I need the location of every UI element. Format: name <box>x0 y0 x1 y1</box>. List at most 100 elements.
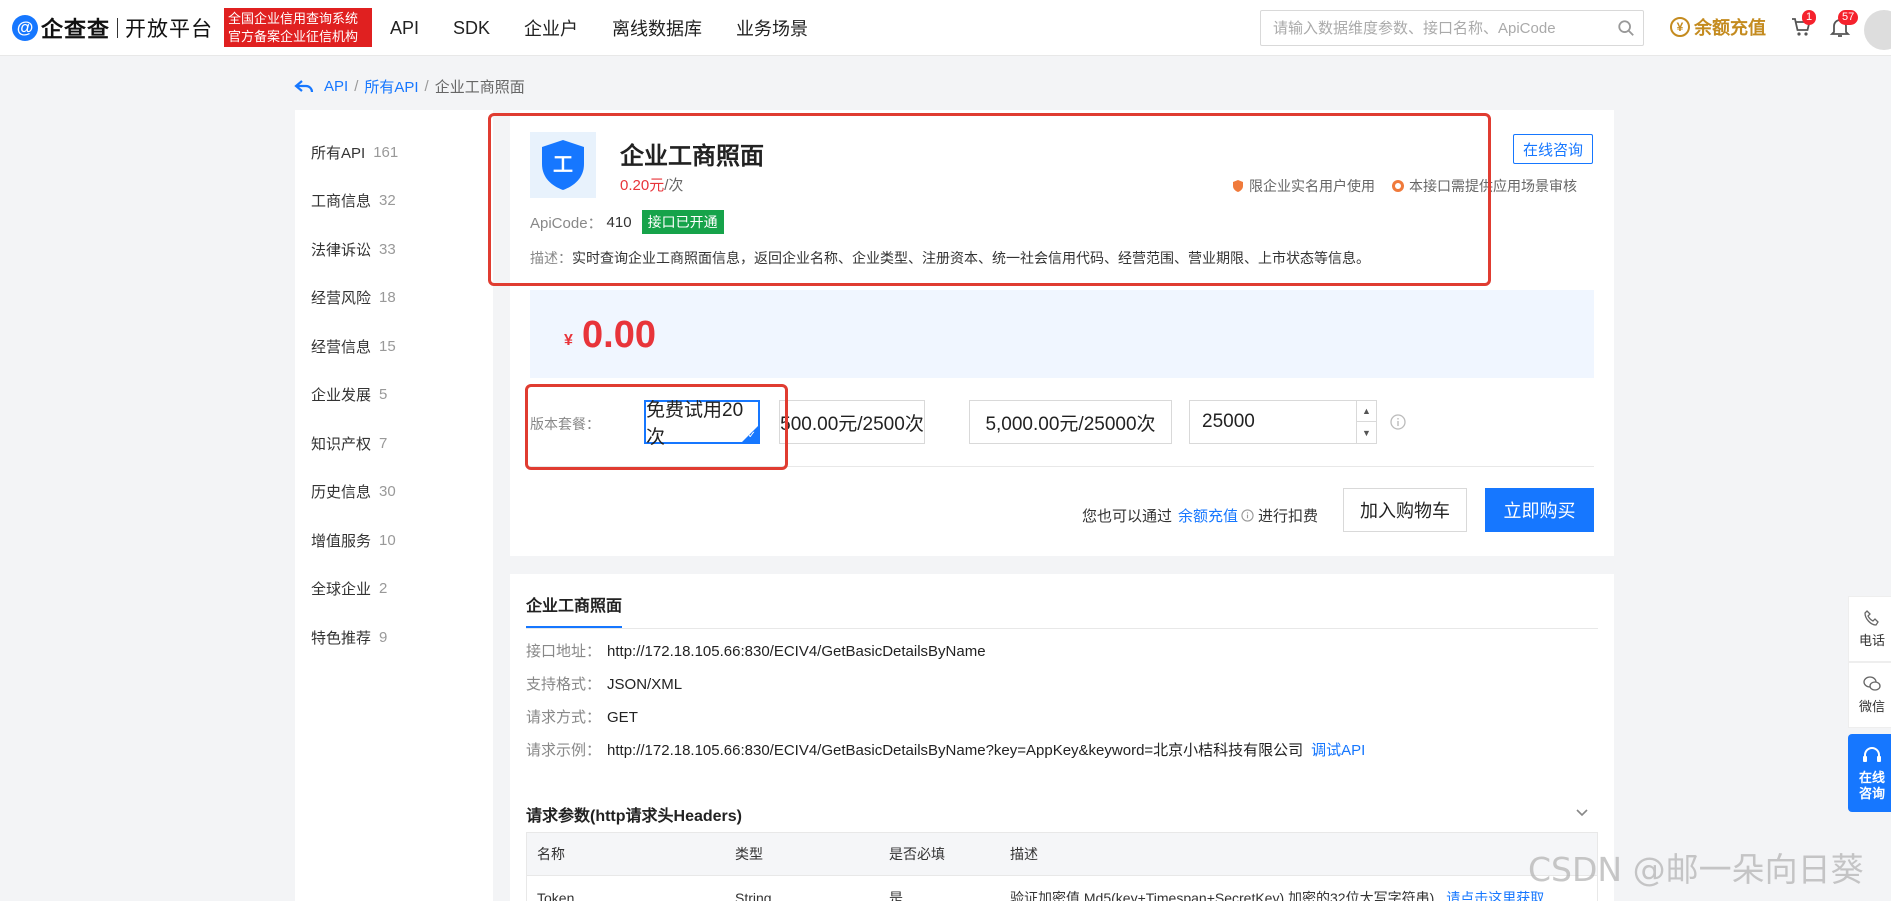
increment-icon[interactable]: ▲ <box>1357 401 1376 422</box>
floating-contact-bar: 电话 微信 在线 咨询 <box>1848 596 1891 812</box>
unit-price-value: 0.20元 <box>620 177 665 194</box>
recharge-label: 余额充值 <box>1694 18 1766 38</box>
info-icon[interactable] <box>1390 414 1406 430</box>
product-title: 企业工商照面 <box>620 143 764 170</box>
detail-label: 支持格式： <box>526 676 602 693</box>
package-label-text: 免费试用20次 <box>646 400 744 448</box>
detail-label: 接口地址： <box>526 643 602 660</box>
sidebar-item-label: 经营信息 <box>311 338 372 356</box>
chevron-down-icon[interactable] <box>1574 804 1590 820</box>
recharge-link[interactable]: ¥ 余额充值 <box>1670 14 1766 40</box>
avatar[interactable] <box>1864 10 1891 50</box>
payment-note: 您也可以通过 余额充值 进行扣费 <box>1082 505 1318 526</box>
watermark: CSDN @邮一朵向日葵 <box>1528 850 1864 889</box>
sidebar-item-label: 特色推荐 <box>311 629 372 647</box>
detail-method: 请求方式： GET <box>526 706 638 727</box>
sidebar-item-history[interactable]: 历史信息 30 <box>295 468 493 517</box>
api-code-value: 410 <box>606 213 632 231</box>
online-consult-button[interactable]: 在线咨询 <box>1513 134 1593 164</box>
sidebar-item-operation[interactable]: 经营信息 15 <box>295 322 493 371</box>
sidebar-item-legal[interactable]: 法律诉讼 33 <box>295 225 493 274</box>
buy-now-button[interactable]: 立即购买 <box>1485 488 1594 532</box>
sidebar-item-global[interactable]: 全球企业 2 <box>295 565 493 614</box>
breadcrumb-current: 企业工商照面 <box>434 79 525 96</box>
sidebar-item-count: 5 <box>379 386 388 404</box>
nav-scenarios[interactable]: 业务场景 <box>736 15 808 41</box>
bell-badge: 57 <box>1838 10 1859 25</box>
back-arrow-icon[interactable] <box>294 79 314 95</box>
add-to-cart-button[interactable]: 加入购物车 <box>1343 488 1467 532</box>
package-free-trial[interactable]: 免费试用20次 ✓ <box>644 400 760 448</box>
debug-api-link[interactable]: 调试API <box>1311 742 1365 759</box>
check-icon: ✓ <box>747 430 756 441</box>
logo-subtitle: 开放平台 <box>125 18 214 41</box>
sidebar-item-count: 15 <box>379 337 396 355</box>
nav-offline-db[interactable]: 离线数据库 <box>612 15 702 41</box>
sidebar-item-label: 企业发展 <box>311 387 372 405</box>
sidebar-item-value-added[interactable]: 增值服务 10 <box>295 516 493 565</box>
logo[interactable]: @ 企查查 开放平台 <box>12 13 213 43</box>
decrement-icon[interactable]: ▼ <box>1357 422 1376 443</box>
float-wechat[interactable]: 微信 <box>1848 662 1891 728</box>
main-nav: API SDK 企业户 离线数据库 业务场景 <box>390 0 842 56</box>
sidebar-item-label: 法律诉讼 <box>311 241 372 259</box>
shield-icon: 工 <box>542 140 584 190</box>
detail-value: http://172.18.105.66:830/ECIV4/GetBasicD… <box>607 643 986 660</box>
nav-enterprise[interactable]: 企业户 <box>524 15 578 41</box>
search-icon[interactable] <box>1617 19 1635 37</box>
tag-label: 限企业实名用户使用 <box>1249 178 1375 194</box>
question-icon[interactable] <box>1241 509 1254 522</box>
sidebar-item-label: 历史信息 <box>311 484 372 502</box>
sidebar-item-label: 知识产权 <box>311 435 372 453</box>
sidebar-item-count: 9 <box>379 628 388 646</box>
sidebar-item-ip[interactable]: 知识产权 7 <box>295 419 493 468</box>
unit-price-unit: /次 <box>664 177 684 194</box>
search-input[interactable] <box>1261 11 1591 45</box>
float-online-consult[interactable]: 在线 咨询 <box>1848 734 1891 812</box>
tag-label: 本接口需提供应用场景审核 <box>1409 178 1577 194</box>
nav-sdk[interactable]: SDK <box>453 18 490 39</box>
search-box <box>1260 10 1644 46</box>
sidebar-item-count: 30 <box>379 483 396 501</box>
logo-text: 企查查 <box>41 17 111 42</box>
cell-required: 是 <box>889 889 903 901</box>
float-wechat-label: 微信 <box>1858 699 1885 714</box>
cell-description: 验证加密值 Md5(key+Timespan+SecretKey) 加密的32位… <box>1000 888 1597 901</box>
payment-note-suffix: 进行扣费 <box>1258 508 1319 525</box>
badge-line-1: 全国企业信用查询系统 <box>228 11 359 26</box>
sidebar-item-count: 161 <box>373 143 399 161</box>
description-label: 描述： <box>530 250 572 266</box>
get-token-link[interactable]: 请点击这里获取 <box>1446 890 1544 901</box>
sidebar-item-development[interactable]: 企业发展 5 <box>295 371 493 420</box>
package-25000[interactable]: 5,000.00元/25000次 <box>969 400 1172 444</box>
product-description: 描述：实时查询企业工商照面信息，返回企业名称、企业类型、注册资本、统一社会信用代… <box>530 248 1370 268</box>
shield-badge-icon <box>1233 180 1243 192</box>
float-consult-line2: 咨询 <box>1858 786 1885 801</box>
api-code-label: ApiCode： <box>530 214 603 232</box>
sidebar-item-label: 增值服务 <box>311 532 372 550</box>
sidebar-item-all[interactable]: 所有API 161 <box>295 128 493 177</box>
balance-recharge-link[interactable]: 余额充值 <box>1178 505 1238 526</box>
package-label: 版本套餐： <box>530 416 600 432</box>
breadcrumb-all-api[interactable]: 所有API <box>364 76 418 97</box>
quantity-input[interactable] <box>1190 401 1350 443</box>
detail-format: 支持格式： JSON/XML <box>526 673 682 694</box>
sidebar-item-featured[interactable]: 特色推荐 9 <box>295 613 493 662</box>
float-phone[interactable]: 电话 <box>1848 596 1891 662</box>
breadcrumb-api[interactable]: API <box>324 78 348 95</box>
unit-price: 0.20元/次 <box>620 174 683 195</box>
logo-mark-icon: @ <box>12 15 38 41</box>
package-2500[interactable]: 500.00元/2500次 <box>779 400 925 444</box>
api-code: ApiCode： 410 接口已开通 <box>530 210 724 234</box>
tag-real-name: 限企业实名用户使用 <box>1231 176 1375 196</box>
sidebar-item-risk[interactable]: 经营风险 18 <box>295 274 493 323</box>
nav-api[interactable]: API <box>390 18 419 39</box>
breadcrumb-sep: / <box>354 78 359 95</box>
sidebar-item-business[interactable]: 工商信息 32 <box>295 177 493 226</box>
tab-api-detail[interactable]: 企业工商照面 <box>526 592 623 628</box>
product-card: 工 企业工商照面 0.20元/次 在线咨询 限企业实名用户使用 本接口需提供应用… <box>510 110 1614 556</box>
top-bar: @ 企查查 开放平台 全国企业信用查询系统 官方备案企业征信机构 API SDK… <box>0 0 1891 56</box>
sidebar-item-label: 全球企业 <box>311 581 372 599</box>
sidebar-item-count: 7 <box>379 434 388 452</box>
col-type: 类型 <box>735 846 763 862</box>
